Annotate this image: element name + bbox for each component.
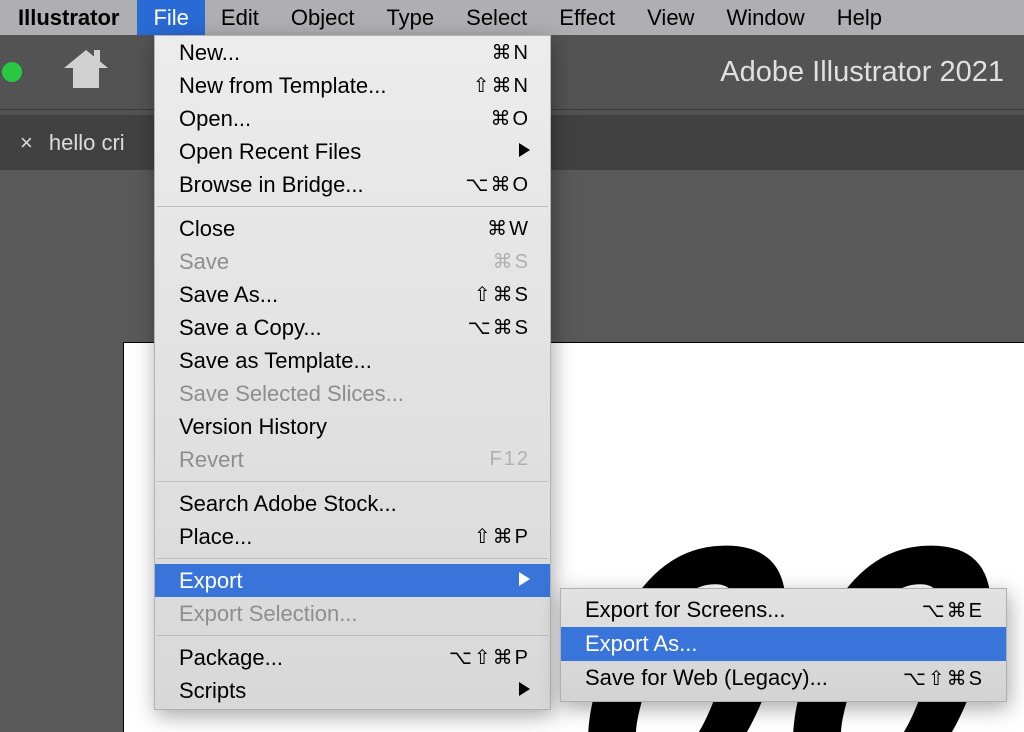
menubar-item-file[interactable]: File	[137, 0, 204, 35]
menu-item-label: Close	[179, 216, 235, 242]
menu-item-save-as[interactable]: Save As... ⇧⌘S	[155, 278, 550, 311]
menu-item-place[interactable]: Place... ⇧⌘P	[155, 520, 550, 553]
file-menu-dropdown: New... ⌘N New from Template... ⇧⌘N Open... ⌘O…	[154, 35, 551, 710]
menu-item-shortcut: ⇧⌘N	[473, 73, 530, 98]
menu-item-label: Export As...	[585, 631, 698, 657]
menu-item-shortcut: ⌘N	[492, 40, 530, 65]
menu-item-label: Save for Web (Legacy)...	[585, 665, 828, 691]
menu-separator	[157, 206, 548, 207]
menu-item-label: Save as Template...	[179, 348, 372, 374]
menu-item-close[interactable]: Close ⌘W	[155, 212, 550, 245]
menu-item-save: Save ⌘S	[155, 245, 550, 278]
window-maximize-dot-icon[interactable]	[2, 62, 22, 82]
menu-item-open[interactable]: Open... ⌘O	[155, 102, 550, 135]
menu-item-save-a-copy[interactable]: Save a Copy... ⌥⌘S	[155, 311, 550, 344]
menu-item-label: Export for Screens...	[585, 597, 786, 623]
menu-item-scripts[interactable]: Scripts	[155, 674, 550, 707]
menu-item-browse-in-bridge[interactable]: Browse in Bridge... ⌥⌘O	[155, 168, 550, 201]
menu-item-search-adobe-stock[interactable]: Search Adobe Stock...	[155, 487, 550, 520]
menu-item-shortcut: ⇧⌘P	[474, 524, 530, 549]
menu-item-shortcut: ⌘W	[487, 216, 530, 241]
menu-item-label: New...	[179, 40, 240, 66]
menu-item-export[interactable]: Export	[155, 564, 550, 597]
menubar-item-view[interactable]: View	[631, 0, 710, 35]
submenu-item-save-for-web-legacy[interactable]: Save for Web (Legacy)... ⌥⇧⌘S	[561, 661, 1006, 695]
app-title: Adobe Illustrator 2021	[720, 35, 1004, 110]
menu-separator	[157, 558, 548, 559]
menu-item-label: Revert	[179, 447, 244, 473]
menu-item-label: Export Selection...	[179, 601, 358, 627]
menu-item-save-as-template[interactable]: Save as Template...	[155, 344, 550, 377]
menubar-item-select[interactable]: Select	[450, 0, 543, 35]
menu-item-shortcut: ⌥⌘E	[922, 598, 984, 623]
menu-item-new-from-template[interactable]: New from Template... ⇧⌘N	[155, 69, 550, 102]
close-icon[interactable]: ×	[20, 130, 33, 156]
submenu-arrow-icon	[519, 679, 530, 702]
menu-item-label: New from Template...	[179, 73, 386, 99]
menu-item-shortcut: ⌘S	[493, 249, 530, 274]
menu-item-label: Open...	[179, 106, 251, 132]
menu-item-shortcut: ⇧⌘S	[474, 282, 530, 307]
menu-separator	[157, 635, 548, 636]
menu-item-label: Save Selected Slices...	[179, 381, 404, 407]
submenu-arrow-icon	[519, 569, 530, 592]
menu-separator	[157, 481, 548, 482]
menu-item-label: Browse in Bridge...	[179, 172, 364, 198]
menu-item-label: Save	[179, 249, 229, 275]
document-tab-label[interactable]: hello cri	[49, 130, 125, 156]
menubar-item-object[interactable]: Object	[275, 0, 371, 35]
menu-item-label: Version History	[179, 414, 327, 440]
menu-item-package[interactable]: Package... ⌥⇧⌘P	[155, 641, 550, 674]
menu-item-label: Open Recent Files	[179, 139, 361, 165]
menu-item-new[interactable]: New... ⌘N	[155, 36, 550, 69]
menu-item-revert: Revert F12	[155, 443, 550, 476]
menu-item-label: Package...	[179, 645, 283, 671]
menu-item-shortcut: ⌘O	[490, 106, 530, 131]
export-submenu: Export for Screens... ⌥⌘E Export As... Save…	[560, 588, 1007, 702]
submenu-item-export-for-screens[interactable]: Export for Screens... ⌥⌘E	[561, 593, 1006, 627]
menu-item-shortcut: ⌥⇧⌘P	[449, 645, 530, 670]
menubar-item-edit[interactable]: Edit	[205, 0, 275, 35]
system-menubar: Illustrator FileEditObjectTypeSelectEffe…	[0, 0, 1024, 35]
submenu-item-export-as[interactable]: Export As...	[561, 627, 1006, 661]
menu-item-version-history[interactable]: Version History	[155, 410, 550, 443]
menu-item-save-selected-slices: Save Selected Slices...	[155, 377, 550, 410]
menu-item-label: Export	[179, 568, 243, 594]
menu-item-shortcut: ⌥⌘S	[468, 315, 530, 340]
menu-item-shortcut: ⌥⌘O	[465, 172, 530, 197]
menubar-app-name: Illustrator	[0, 0, 137, 35]
menubar-item-help[interactable]: Help	[821, 0, 898, 35]
menu-item-label: Scripts	[179, 678, 246, 704]
menubar-item-type[interactable]: Type	[370, 0, 450, 35]
submenu-arrow-icon	[519, 140, 530, 163]
menu-item-label: Place...	[179, 524, 252, 550]
menu-item-label: Save a Copy...	[179, 315, 322, 341]
menu-item-open-recent-files[interactable]: Open Recent Files	[155, 135, 550, 168]
menu-item-label: Save As...	[179, 282, 278, 308]
menu-item-shortcut: F12	[490, 448, 530, 471]
menu-item-shortcut: ⌥⇧⌘S	[903, 666, 984, 691]
home-icon[interactable]	[62, 48, 110, 96]
menu-item-export-selection: Export Selection...	[155, 597, 550, 630]
menu-item-label: Search Adobe Stock...	[179, 491, 397, 517]
menubar-item-effect[interactable]: Effect	[543, 0, 631, 35]
menubar-item-window[interactable]: Window	[710, 0, 820, 35]
